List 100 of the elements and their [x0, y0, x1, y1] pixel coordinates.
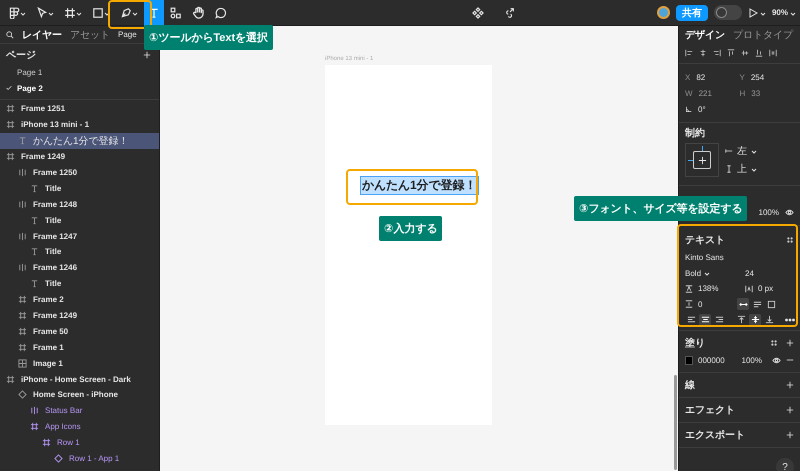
add-icon — [786, 338, 794, 346]
frame-icon — [30, 422, 39, 432]
layer-item[interactable]: Frame 1248 — [0, 196, 159, 212]
layer-item[interactable]: Home Screen - iPhone — [0, 387, 159, 403]
layer-item[interactable]: Frame 1250 — [0, 164, 159, 180]
auto-layout-icon — [18, 232, 27, 241]
page-dropdown[interactable]: Page — [118, 30, 137, 39]
caret-icon — [20, 10, 26, 16]
vertical-align-bottom-button[interactable] — [763, 314, 775, 326]
font-size-field[interactable]: 24 — [745, 268, 754, 278]
text-align-center-icon — [700, 315, 710, 324]
zoom-dropdown[interactable]: 90% — [772, 8, 796, 17]
width-field[interactable]: W 221 — [685, 86, 740, 100]
line-height-field[interactable]: 138% — [685, 281, 740, 296]
play-icon — [748, 8, 758, 18]
component-icon — [472, 6, 484, 18]
layer-item[interactable]: Row 1 - App 1 — [0, 450, 159, 466]
layer-item[interactable]: App Icons — [0, 418, 159, 435]
horizontal-constraint-dropdown[interactable]: 左 — [725, 144, 757, 158]
opacity-value[interactable]: 100% — [758, 208, 779, 217]
resize-auto-width-button[interactable] — [737, 298, 749, 310]
eye-icon — [772, 356, 781, 365]
constraint-widget[interactable] — [685, 143, 719, 177]
dev-mode-toggle[interactable] — [714, 5, 742, 20]
frame-icon — [18, 326, 27, 336]
layer-item[interactable]: Image 1 — [0, 355, 159, 372]
vertical-constraint-dropdown[interactable]: 上 — [725, 162, 757, 176]
layer-item[interactable]: Status Bar — [0, 402, 159, 419]
caret-icon — [704, 270, 710, 276]
layer-item[interactable]: iPhone - Home Screen - Dark — [0, 371, 159, 388]
callout-label: ①ツールからTextを選択 — [144, 25, 274, 50]
panel-tab[interactable]: アセット — [70, 28, 110, 42]
present-button[interactable] — [748, 8, 766, 18]
selected-text[interactable]: かんたん1分で登録！ — [361, 177, 478, 194]
page-item[interactable]: Page 1 — [0, 64, 159, 80]
layer-item[interactable]: Frame 50 — [0, 323, 159, 340]
layer-item[interactable]: Frame 1249 — [0, 308, 159, 324]
vertical-align-top-button[interactable] — [735, 314, 747, 326]
panel-tab[interactable]: プロトタイプ — [733, 28, 793, 42]
paragraph-spacing-icon — [685, 300, 693, 308]
align-bottom-icon — [755, 49, 763, 57]
y-field[interactable]: Y 254 — [740, 70, 794, 84]
text-layer-icon — [30, 279, 39, 288]
distribute-icon — [769, 49, 777, 57]
color-swatch[interactable] — [685, 356, 693, 365]
rotation-field[interactable]: 0° — [685, 102, 740, 116]
auto-layout-icon — [18, 168, 27, 177]
frame-icon — [18, 295, 27, 304]
layer-item[interactable]: Frame 1249 — [0, 148, 159, 165]
help-button[interactable]: ? — [776, 458, 794, 471]
line-height-icon — [685, 284, 693, 293]
panel-tab[interactable]: レイヤー — [22, 28, 62, 42]
resize-fixed-button[interactable] — [765, 298, 777, 310]
layer-item[interactable]: iPhone 13 mini - 1 — [0, 116, 159, 133]
panel-tab[interactable]: デザイン — [685, 28, 725, 42]
caret-icon — [104, 10, 110, 16]
layer-item[interactable]: Frame 1 — [0, 339, 159, 356]
layer-item[interactable]: Frame 2 — [0, 292, 159, 308]
fill-opacity-field[interactable]: 100% — [742, 356, 762, 365]
eye-icon — [785, 208, 794, 217]
text-align-center-button[interactable] — [699, 314, 711, 326]
caret-icon — [790, 10, 796, 16]
text-align-left-icon — [686, 315, 696, 324]
layer-item[interactable]: Title — [0, 244, 159, 260]
caret-icon — [760, 10, 766, 16]
vertical-align-middle-button[interactable] — [749, 314, 761, 326]
styles-icon — [786, 236, 794, 244]
layer-item[interactable]: Title — [0, 276, 159, 292]
x-field[interactable]: X 82 — [685, 70, 740, 84]
height-field[interactable]: H 33 — [740, 86, 794, 100]
align-left-icon — [685, 49, 693, 57]
auto-layout-icon — [18, 200, 27, 209]
paragraph-spacing-field[interactable]: 0 — [685, 296, 732, 312]
rectangle-icon — [92, 6, 104, 18]
section-heading: テキスト — [685, 234, 725, 247]
caret-icon — [48, 10, 54, 16]
layer-item[interactable]: Row 1 — [0, 434, 159, 451]
layer-item[interactable]: Frame 1246 — [0, 260, 159, 276]
section-heading: 塗り — [685, 336, 705, 350]
layer-item[interactable]: Frame 1251 — [0, 101, 159, 117]
frame-icon — [6, 374, 15, 384]
layer-item[interactable]: かんたん1分で登録！ — [0, 132, 159, 149]
avatar[interactable] — [656, 6, 670, 19]
pen-icon — [120, 6, 132, 18]
layer-item[interactable]: Title — [0, 180, 159, 196]
layer-item[interactable]: Frame 1247 — [0, 228, 159, 244]
font-weight-dropdown[interactable]: Bold — [685, 266, 740, 281]
horizontal-icon — [725, 147, 733, 155]
scrollbar[interactable] — [674, 375, 677, 470]
font-family-dropdown[interactable]: Kinto Sans — [685, 253, 724, 262]
page-item[interactable]: Page 2 — [0, 80, 159, 96]
section-heading: エクスポート — [685, 429, 745, 442]
callout-label: ②入力する — [379, 216, 442, 241]
align-middle-icon — [741, 49, 749, 57]
caret-icon — [751, 148, 757, 154]
resize-fixed-icon — [766, 300, 776, 309]
letter-spacing-field[interactable]: 0 px — [745, 281, 774, 296]
layer-item[interactable]: Title — [0, 212, 159, 228]
hex-field[interactable]: 000000 — [698, 356, 737, 365]
add-icon — [786, 381, 794, 389]
